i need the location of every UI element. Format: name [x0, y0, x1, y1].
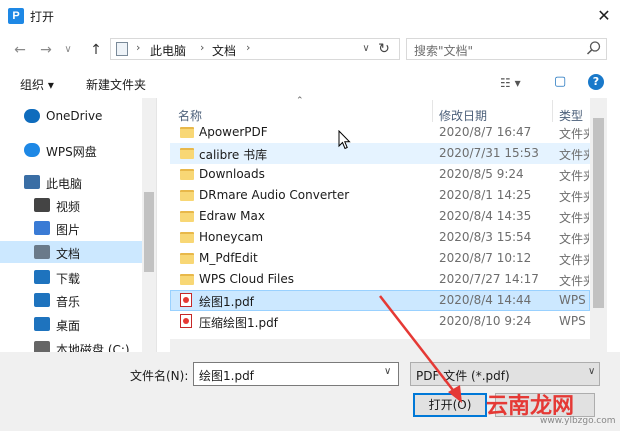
file-date: 2020/8/7 16:47 [439, 125, 532, 139]
title-bar [0, 0, 620, 32]
breadcrumb-separator-icon[interactable]: › [200, 41, 204, 54]
file-date: 2020/7/27 14:17 [439, 272, 539, 286]
folder-icon [180, 190, 194, 201]
pane-divider[interactable] [156, 98, 157, 352]
file-name: DRmare Audio Converter [199, 188, 350, 202]
preview-pane-button[interactable]: ▢ [554, 74, 566, 89]
organize-button[interactable]: 组织 ▾ [20, 76, 54, 93]
folder-icon [180, 169, 194, 180]
file-type: 文件夹 [559, 190, 589, 204]
sidebar-item-label: OneDrive [46, 109, 103, 123]
sidebar-item-label: 音乐 [56, 295, 81, 309]
annotation-arrow [379, 295, 462, 403]
file-type: 文件夹 [559, 148, 589, 162]
up-button[interactable]: ↑ [86, 40, 106, 60]
wps-cloud-icon [24, 143, 40, 157]
file-date: 2020/8/3 15:54 [439, 230, 532, 244]
recent-locations-dropdown[interactable]: ∨ [58, 40, 78, 60]
sidebar-item-label: 图片 [56, 223, 81, 237]
file-name: WPS Cloud Files [199, 272, 294, 286]
watermark-url: www.ylbzgo.com [540, 416, 616, 426]
window-title: 打开 [30, 10, 55, 24]
mouse-cursor-icon [338, 130, 351, 150]
file-name: ApowerPDF [199, 125, 268, 139]
folder-icon [180, 274, 194, 285]
file-date: 2020/8/1 14:25 [439, 188, 532, 202]
file-type: 文件夹 [559, 274, 589, 288]
file-name: calibre 书库 [199, 148, 268, 162]
breadcrumb-documents[interactable]: 文档 [212, 42, 236, 59]
file-date: 2020/8/7 10:12 [439, 251, 532, 265]
filename-value[interactable]: 绘图1.pdf [199, 367, 254, 384]
file-type: WPS PD [559, 293, 589, 307]
column-divider[interactable] [432, 100, 433, 122]
download-icon [34, 270, 50, 284]
video-icon [34, 198, 50, 212]
pdf-file-icon [180, 314, 192, 328]
folder-icon [180, 211, 194, 222]
sidebar-item-label: 文档 [56, 247, 81, 261]
wps-app-icon: P [8, 8, 24, 24]
sidebar-item-label: 下载 [56, 272, 81, 286]
file-type: 文件夹 [559, 169, 589, 183]
search-icon[interactable] [586, 40, 602, 56]
sidebar-item-label: 此电脑 [46, 177, 83, 191]
folder-icon [180, 232, 194, 243]
file-date: 2020/8/5 9:24 [439, 167, 524, 181]
sort-ascending-icon: ⌃ [296, 96, 304, 106]
file-type: WPS PD [559, 314, 589, 328]
folder-icon [180, 148, 194, 159]
file-type: 文件夹 [559, 211, 589, 225]
file-list-scroll-thumb[interactable] [593, 118, 604, 308]
pdf-file-icon [180, 293, 192, 307]
sidebar-item-label: 桌面 [56, 319, 81, 333]
file-name: Edraw Max [199, 209, 265, 223]
cloud-icon [24, 109, 40, 123]
file-type: 文件夹 [559, 232, 589, 246]
folder-icon [180, 127, 194, 138]
file-date: 2020/8/4 14:35 [439, 209, 532, 223]
forward-button[interactable]: → [36, 40, 56, 60]
sidebar-item-label: WPS网盘 [46, 145, 97, 159]
back-button[interactable]: ← [10, 40, 30, 60]
column-divider[interactable] [552, 100, 553, 122]
documents-location-icon [116, 42, 128, 56]
sidebar-scroll-thumb[interactable] [144, 192, 154, 272]
file-type: 文件夹 [559, 253, 589, 267]
folder-icon [180, 253, 194, 264]
filetype-dropdown-icon[interactable]: ∨ [588, 366, 595, 377]
breadcrumb-separator-icon[interactable]: › [246, 41, 250, 54]
desktop-icon [34, 317, 50, 331]
music-icon [34, 293, 50, 307]
refresh-button[interactable]: ↻ [374, 39, 394, 59]
computer-icon [24, 175, 40, 189]
pictures-icon [34, 221, 50, 235]
close-button[interactable]: ✕ [592, 4, 616, 28]
search-placeholder: 搜索"文档" [414, 44, 474, 58]
file-date: 2020/7/31 15:53 [439, 146, 539, 160]
breadcrumb-this-pc[interactable]: 此电脑 [150, 42, 186, 59]
view-options-button[interactable]: ☷ ▾ [500, 76, 521, 90]
file-type: 文件夹 [559, 127, 589, 141]
file-name: Honeycam [199, 230, 264, 244]
file-name: Downloads [199, 167, 265, 181]
filename-label: 文件名(N): [130, 369, 189, 383]
breadcrumb-separator-icon[interactable]: › [136, 41, 140, 54]
file-name: M_PdfEdit [199, 251, 258, 265]
documents-icon [34, 245, 50, 259]
help-icon[interactable]: ? [588, 74, 604, 90]
new-folder-button[interactable]: 新建文件夹 [86, 76, 146, 93]
sidebar-item-label: 视频 [56, 200, 81, 214]
address-dropdown-icon[interactable]: ∨ [359, 40, 373, 58]
